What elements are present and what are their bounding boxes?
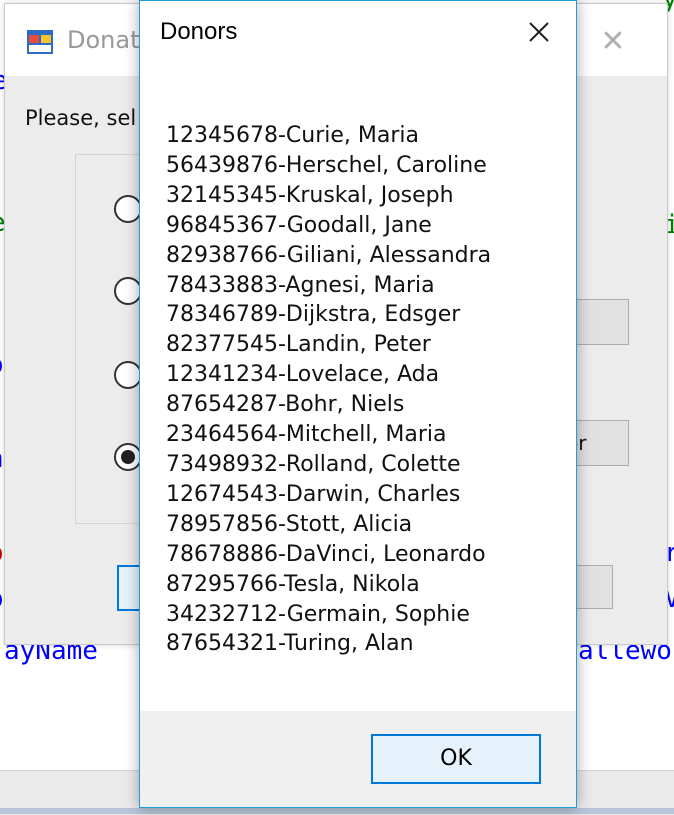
donor-item: 87654287-Bohr, Niels xyxy=(166,392,405,418)
donor-item: 78957856-Stott, Alicia xyxy=(166,511,413,537)
donor-item: 12674543-Darwin, Charles xyxy=(166,481,461,507)
close-icon[interactable] xyxy=(522,15,556,49)
donor-item: 82938766-Giliani, Alessandra xyxy=(166,242,492,268)
donor-item: 96845367-Goodall, Jane xyxy=(166,212,432,238)
donor-item: 12341234-Lovelace, Ada xyxy=(166,362,440,388)
donors-dialog: Donors 12345678-Curie, Maria 56439876-He… xyxy=(139,0,577,808)
dialog-title: Donors xyxy=(160,18,238,45)
main-form-prompt: Please, sel xyxy=(25,106,137,130)
donor-item: 32145345-Kruskal, Joseph xyxy=(166,182,454,208)
donor-list: 12345678-Curie, Maria 56439876-Herschel,… xyxy=(166,121,491,659)
option-radio-1[interactable] xyxy=(114,195,142,223)
dialog-titlebar: Donors xyxy=(140,1,576,71)
donor-item: 23464564-Mitchell, Maria xyxy=(166,422,447,448)
donor-item: 73498932-Rolland, Colette xyxy=(166,451,461,477)
app-icon xyxy=(27,30,53,54)
donor-item: 34232712-Germain, Sophie xyxy=(166,601,470,627)
donor-item: 87295766-Tesla, Nikola xyxy=(166,571,420,597)
ok-button[interactable]: OK xyxy=(371,734,541,784)
donor-item: 78433883-Agnesi, Maria xyxy=(166,272,435,298)
donor-item: 87654321-Turing, Alan xyxy=(166,631,414,657)
option-radio-4[interactable] xyxy=(114,443,142,471)
donor-item: 78678886-DaVinci, Leonardo xyxy=(166,541,486,567)
donor-item: 78346789-Dijkstra, Edsger xyxy=(166,302,461,328)
option-radio-2[interactable] xyxy=(114,277,142,305)
donor-item: 12345678-Curie, Maria xyxy=(166,123,419,148)
dialog-body: 12345678-Curie, Maria 56439876-Herschel,… xyxy=(140,71,576,711)
ide-status-bar xyxy=(0,808,674,814)
close-icon[interactable]: ✕ xyxy=(593,22,633,62)
option-radio-3[interactable] xyxy=(114,361,142,389)
donor-item: 56439876-Herschel, Caroline xyxy=(166,152,487,178)
main-form-title: Donat xyxy=(67,26,140,54)
donor-item: 82377545-Landin, Peter xyxy=(166,332,431,358)
